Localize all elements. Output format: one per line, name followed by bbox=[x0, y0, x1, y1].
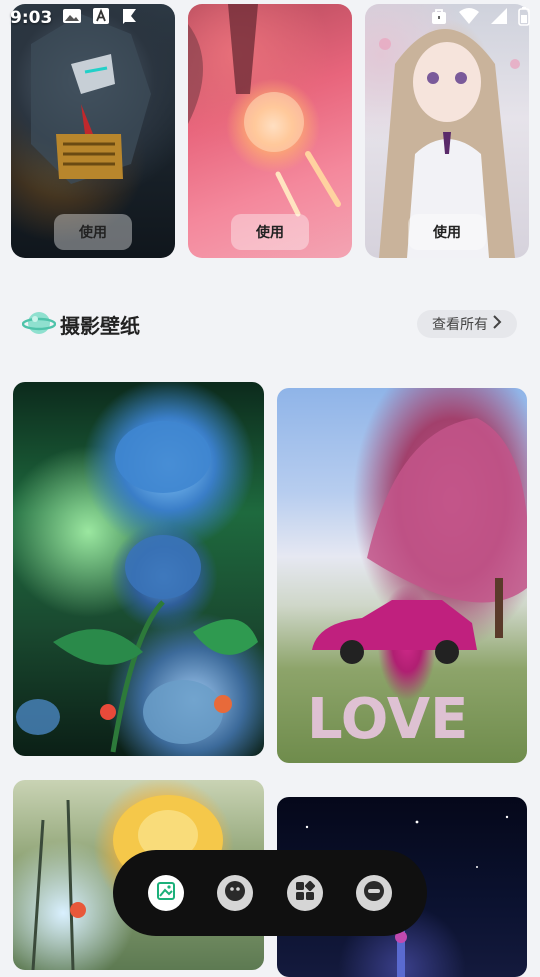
top-card-mecha[interactable]: 使用 bbox=[11, 4, 175, 258]
planet-icon bbox=[21, 308, 57, 342]
nav-widgets[interactable] bbox=[286, 875, 323, 911]
gallery-icon bbox=[62, 8, 82, 28]
wallpaper-icon bbox=[156, 881, 176, 905]
wifi-icon bbox=[458, 7, 480, 29]
flag-icon bbox=[120, 7, 138, 29]
battery-icon bbox=[518, 6, 530, 30]
section-title: 摄影壁纸 bbox=[60, 314, 140, 338]
face-icon bbox=[223, 879, 247, 907]
status-bar: 9:03 bbox=[0, 0, 540, 36]
pink-car-illustration: LOVE bbox=[307, 418, 527, 752]
nav-face[interactable] bbox=[217, 875, 254, 911]
svg-text:LOVE: LOVE bbox=[307, 687, 468, 752]
status-right bbox=[430, 6, 530, 30]
font-icon bbox=[92, 7, 110, 29]
theme-icon bbox=[362, 879, 386, 907]
wallpaper-blue-peony[interactable] bbox=[13, 382, 264, 756]
wallpaper-pink-car-love[interactable]: LOVE bbox=[277, 388, 527, 763]
status-left: 9:03 bbox=[10, 7, 138, 29]
widgets-icon bbox=[294, 880, 316, 906]
use-button[interactable]: 使用 bbox=[54, 214, 132, 250]
use-button[interactable]: 使用 bbox=[231, 214, 309, 250]
nav-wallpaper[interactable] bbox=[147, 875, 184, 911]
bottom-nav bbox=[113, 850, 427, 936]
use-button[interactable]: 使用 bbox=[408, 214, 486, 250]
blue-peony-illustration bbox=[16, 421, 258, 753]
nav-theme[interactable] bbox=[356, 875, 393, 911]
chevron-right-icon bbox=[492, 315, 502, 333]
top-card-pink-tower[interactable]: 使用 bbox=[188, 4, 352, 258]
bag-icon bbox=[430, 7, 448, 29]
signal-icon bbox=[490, 7, 508, 29]
view-all-label: 查看所有 bbox=[432, 317, 488, 333]
status-time: 9:03 bbox=[10, 8, 53, 28]
top-card-anime-girl[interactable]: 使用 bbox=[365, 4, 529, 258]
view-all-button[interactable]: 查看所有 bbox=[417, 310, 517, 338]
section-header: 摄影壁纸 查看所有 bbox=[0, 300, 540, 350]
